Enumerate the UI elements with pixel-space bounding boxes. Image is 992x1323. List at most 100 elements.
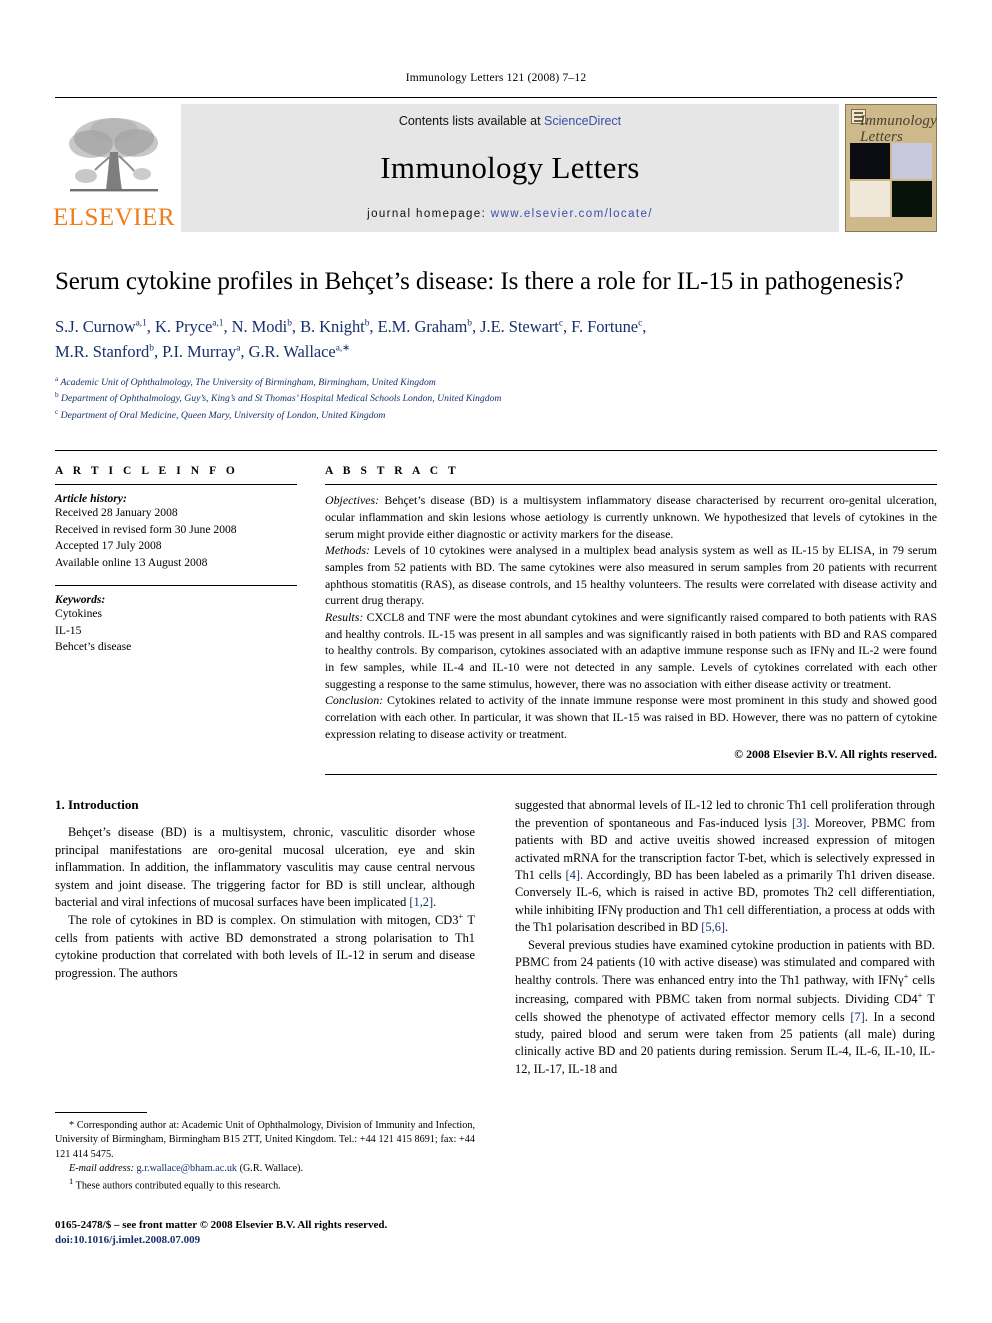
article-history-label: Article history: (55, 492, 127, 506)
author-affil-marker: c (638, 318, 643, 329)
title-block: Serum cytokine profiles in Behçet’s dise… (55, 266, 937, 424)
abstract-column: A B S T R A C T Objectives: Behçet’s dis… (325, 465, 937, 776)
homepage-label: journal homepage: (367, 208, 491, 220)
author-affil-marker: a,1 (212, 318, 224, 329)
abstract-heading: A B S T R A C T (325, 465, 460, 478)
right-p2-a: Several previous studies have examined c… (515, 937, 935, 988)
journal-cover-thumbnail: Immunology Letters (845, 104, 937, 232)
article-page: Immunology Letters 121 (2008) 7–12 ELSEV… (0, 0, 992, 1323)
citation-4[interactable]: [4] (566, 868, 580, 882)
article-info-column: A R T I C L E I N F O Article history: R… (55, 465, 297, 775)
cover-image-4 (892, 181, 932, 217)
conclusion-label: Conclusion: (325, 693, 384, 708)
intro-paragraph-2: The role of cytokines in BD is complex. … (55, 911, 475, 982)
corresponding-author-note: * Corresponding author at: Academic Unit… (55, 1119, 475, 1162)
intro-paragraph-3: suggested that abnormal levels of IL-12 … (515, 797, 935, 936)
contents-list-line: Contents lists available at ScienceDirec… (399, 114, 621, 128)
abstract-objectives: Objectives: Behçet’s disease (BD) is a m… (325, 492, 937, 542)
results-text: CXCL8 and TNF were the most abundant cyt… (325, 610, 937, 691)
contents-prefix: Contents lists available at (398, 114, 545, 128)
corresponding-text: Corresponding author at: Academic Unit o… (55, 1120, 475, 1160)
keywords-block: Keywords: Cytokines IL-15 Behcet’s disea… (55, 593, 297, 655)
author-affil-marker: a (236, 343, 241, 354)
homepage-url-link[interactable]: www.elsevier.com/locate/ (491, 208, 653, 220)
footnote-block: * Corresponding author at: Academic Unit… (55, 1112, 475, 1246)
history-accepted: Accepted 17 July 2008 (55, 539, 162, 553)
cover-header: Immunology Letters (850, 109, 937, 145)
citation-5-6[interactable]: [5,6] (701, 920, 725, 934)
abstract-results: Results: CXCL8 and TNF were the most abu… (325, 609, 937, 692)
history-online: Available online 13 August 2008 (55, 555, 208, 569)
email-label: E-mail address: (69, 1162, 134, 1174)
email-link[interactable]: g.r.wallace@bham.ac.uk (134, 1163, 237, 1174)
article-info-heading: A R T I C L E I N F O (55, 465, 239, 478)
info-abstract-row: A R T I C L E I N F O Article history: R… (55, 450, 937, 776)
affil-marker-a: a (55, 374, 59, 383)
affiliation-c: c Department of Oral Medicine, Queen Mar… (55, 408, 386, 422)
keyword-item: IL-15 (55, 623, 82, 637)
objectives-text: Behçet’s disease (BD) is a multisystem i… (325, 493, 937, 541)
email-suffix: (G.R. Wallace). (237, 1162, 304, 1174)
author-affil-marker: b (467, 318, 472, 329)
cover-title-line1: Immunology (860, 113, 937, 129)
keywords-label: Keywords: (55, 593, 106, 607)
divider (55, 585, 297, 587)
body-columns: 1. Introduction Behçet’s disease (BD) is… (55, 797, 937, 1157)
results-label: Results: (325, 610, 364, 624)
body-column-left: 1. Introduction Behçet’s disease (BD) is… (55, 797, 475, 1157)
cover-title-line2: Letters (860, 128, 904, 145)
journal-homepage-line: journal homepage: www.elsevier.com/locat… (367, 208, 653, 220)
section-heading-introduction: 1. Introduction (55, 797, 139, 813)
right-p1-d: . (725, 920, 729, 935)
email-note: E-mail address: g.r.wallace@bham.ac.uk (… (55, 1162, 475, 1176)
author-affil-marker: b (149, 343, 154, 354)
cover-footer (850, 217, 932, 227)
intro-paragraph-4: Several previous studies have examined c… (515, 937, 935, 1079)
methods-text: Levels of 10 cytokines were analysed in … (325, 543, 937, 608)
doi-link[interactable]: doi:10.1016/j.imlet.2008.07.009 (55, 1234, 475, 1246)
divider (325, 484, 937, 486)
divider (55, 484, 297, 486)
abstract-methods: Methods: Levels of 10 cytokines were ana… (325, 542, 937, 609)
elsevier-tree-icon (69, 118, 158, 192)
affiliation-list: a Academic Unit of Ophthalmology, The Un… (55, 374, 937, 425)
citation-1-2[interactable]: [1,2] (409, 895, 433, 909)
footnote-divider (55, 1112, 147, 1113)
author-list: S.J. Curnowa,1, K. Prycea,1, N. Modib, B… (55, 317, 647, 361)
affiliation-a: a Academic Unit of Ophthalmology, The Un… (55, 374, 436, 388)
cover-journal-title: Immunology Letters (860, 113, 937, 146)
cover-image-1 (850, 143, 890, 179)
affiliation-b: b Department of Ophthalmology, Guy’s, Ki… (55, 391, 502, 405)
issn-block: 0165-2478/$ – see front matter © 2008 El… (55, 1218, 475, 1246)
author-affil-marker: c (558, 318, 563, 329)
author-affil-marker: a,∗ (335, 343, 351, 354)
elsevier-wordmark: ELSEVIER (52, 204, 176, 231)
intro-paragraph-1: Behçet’s disease (BD) is a multisystem, … (55, 824, 475, 911)
sciencedirect-link[interactable]: ScienceDirect (544, 114, 621, 128)
divider (325, 774, 937, 776)
journal-title: Immunology Letters (380, 150, 640, 185)
keyword-item: Behcet’s disease (55, 640, 132, 654)
cover-image-3 (850, 181, 890, 217)
author-affil-marker: b (287, 318, 292, 329)
citation-3[interactable]: [3] (792, 816, 806, 830)
journal-banner: Contents lists available at ScienceDirec… (181, 104, 839, 232)
objectives-label: Objectives: (325, 493, 380, 508)
equal-contribution-note: 1 These authors contributed equally to t… (55, 1176, 475, 1194)
intro-p2-text: The role of cytokines in BD is complex. … (68, 913, 459, 928)
history-received: Received 28 January 2008 (55, 506, 178, 520)
affil-marker-c: c (55, 408, 59, 417)
keyword-item: Cytokines (55, 607, 103, 621)
history-revised: Received in revised form 30 June 2008 (55, 522, 237, 536)
abstract-conclusion: Conclusion: Cytokines related to activit… (325, 692, 937, 742)
elsevier-logo: ELSEVIER (52, 104, 176, 232)
conclusion-text: Cytokines related to activity of the inn… (325, 693, 937, 741)
running-head: Immunology Letters 121 (2008) 7–12 (405, 72, 587, 84)
equal-contribution-text: These authors contributed equally to thi… (73, 1180, 281, 1192)
intro-p1-tail: . (433, 894, 437, 909)
cover-image-2 (892, 143, 932, 179)
citation-7[interactable]: [7] (850, 1010, 864, 1024)
copyright-line: © 2008 Elsevier B.V. All rights reserved… (734, 747, 937, 762)
issn-line: 0165-2478/$ – see front matter © 2008 El… (55, 1218, 388, 1231)
author-affil-marker: b (364, 318, 370, 329)
